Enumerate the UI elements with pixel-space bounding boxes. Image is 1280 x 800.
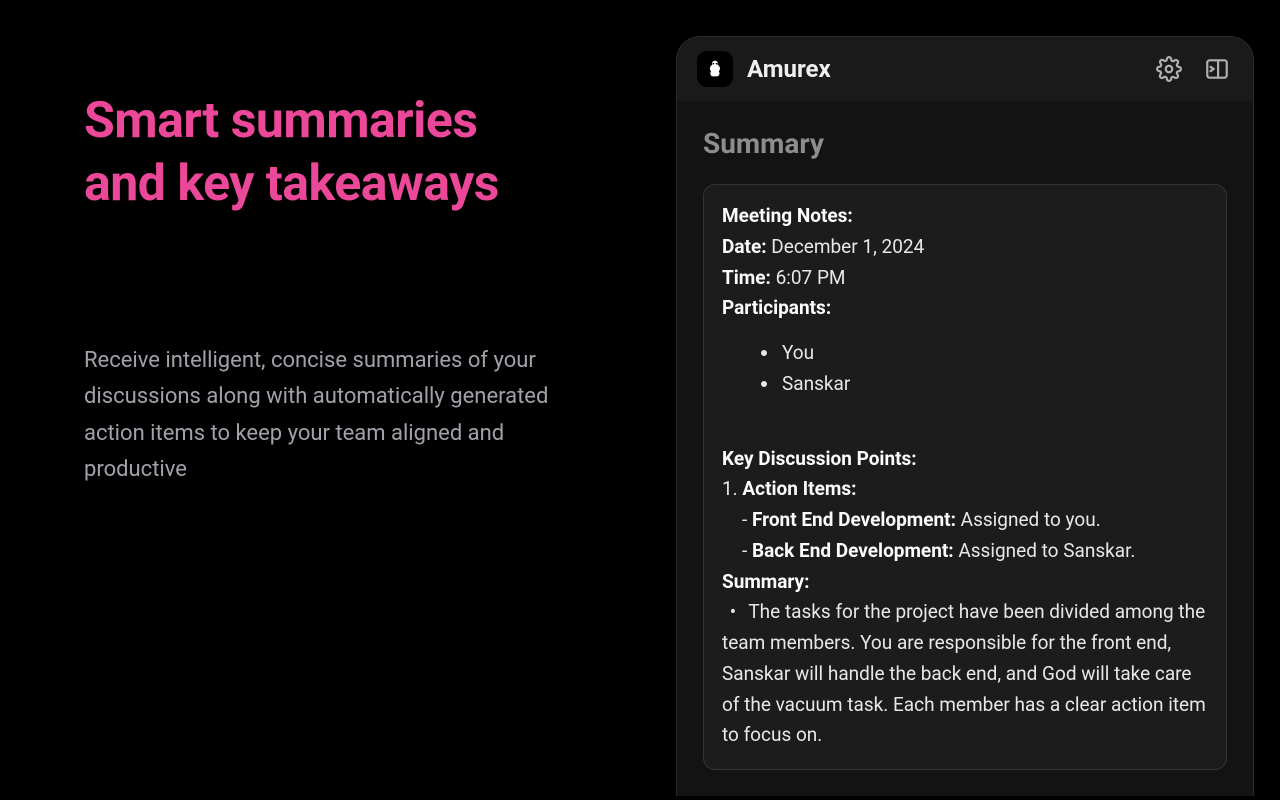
participants-label: Participants:	[722, 296, 831, 319]
action-items-label: Action Items:	[742, 477, 856, 500]
list-item: Sanskar	[780, 369, 1208, 400]
panel-expand-icon	[1204, 56, 1230, 82]
summary-label: Summary:	[722, 570, 809, 593]
summary-section-title: Summary	[703, 127, 1227, 160]
action-front-label: Front End Development:	[752, 508, 956, 531]
action-items-prefix: 1.	[722, 477, 742, 500]
app-panel: Amurex	[676, 36, 1254, 796]
action-back-label: Back End Development:	[752, 539, 954, 562]
kdp-label: Key Discussion Points:	[722, 447, 917, 470]
time-label: Time:	[722, 266, 771, 289]
settings-button[interactable]	[1155, 55, 1183, 83]
time-value: 6:07 PM	[776, 266, 846, 289]
participants-list: You Sanskar	[780, 338, 1208, 400]
marketing-subcopy: Receive intelligent, concise summaries o…	[84, 343, 554, 488]
meeting-notes-label: Meeting Notes:	[722, 204, 853, 227]
app-logo	[697, 51, 733, 87]
date-label: Date:	[722, 235, 767, 258]
gear-icon	[1156, 56, 1182, 82]
summary-text: The tasks for the project have been divi…	[722, 600, 1206, 746]
collapse-panel-button[interactable]	[1203, 55, 1231, 83]
titlebar: Amurex	[677, 37, 1253, 101]
list-item: You	[780, 338, 1208, 369]
action-back-value: Assigned to Sanskar.	[958, 539, 1135, 562]
app-logo-icon	[704, 58, 726, 80]
date-value: December 1, 2024	[771, 235, 924, 258]
action-front-value: Assigned to you.	[961, 508, 1101, 531]
marketing-headline: Smart summaries and key takeaways	[84, 90, 524, 215]
summary-card: Meeting Notes: Date: December 1, 2024 Ti…	[703, 184, 1227, 770]
app-title: Amurex	[747, 55, 1155, 83]
bullet-icon: •	[722, 597, 744, 628]
